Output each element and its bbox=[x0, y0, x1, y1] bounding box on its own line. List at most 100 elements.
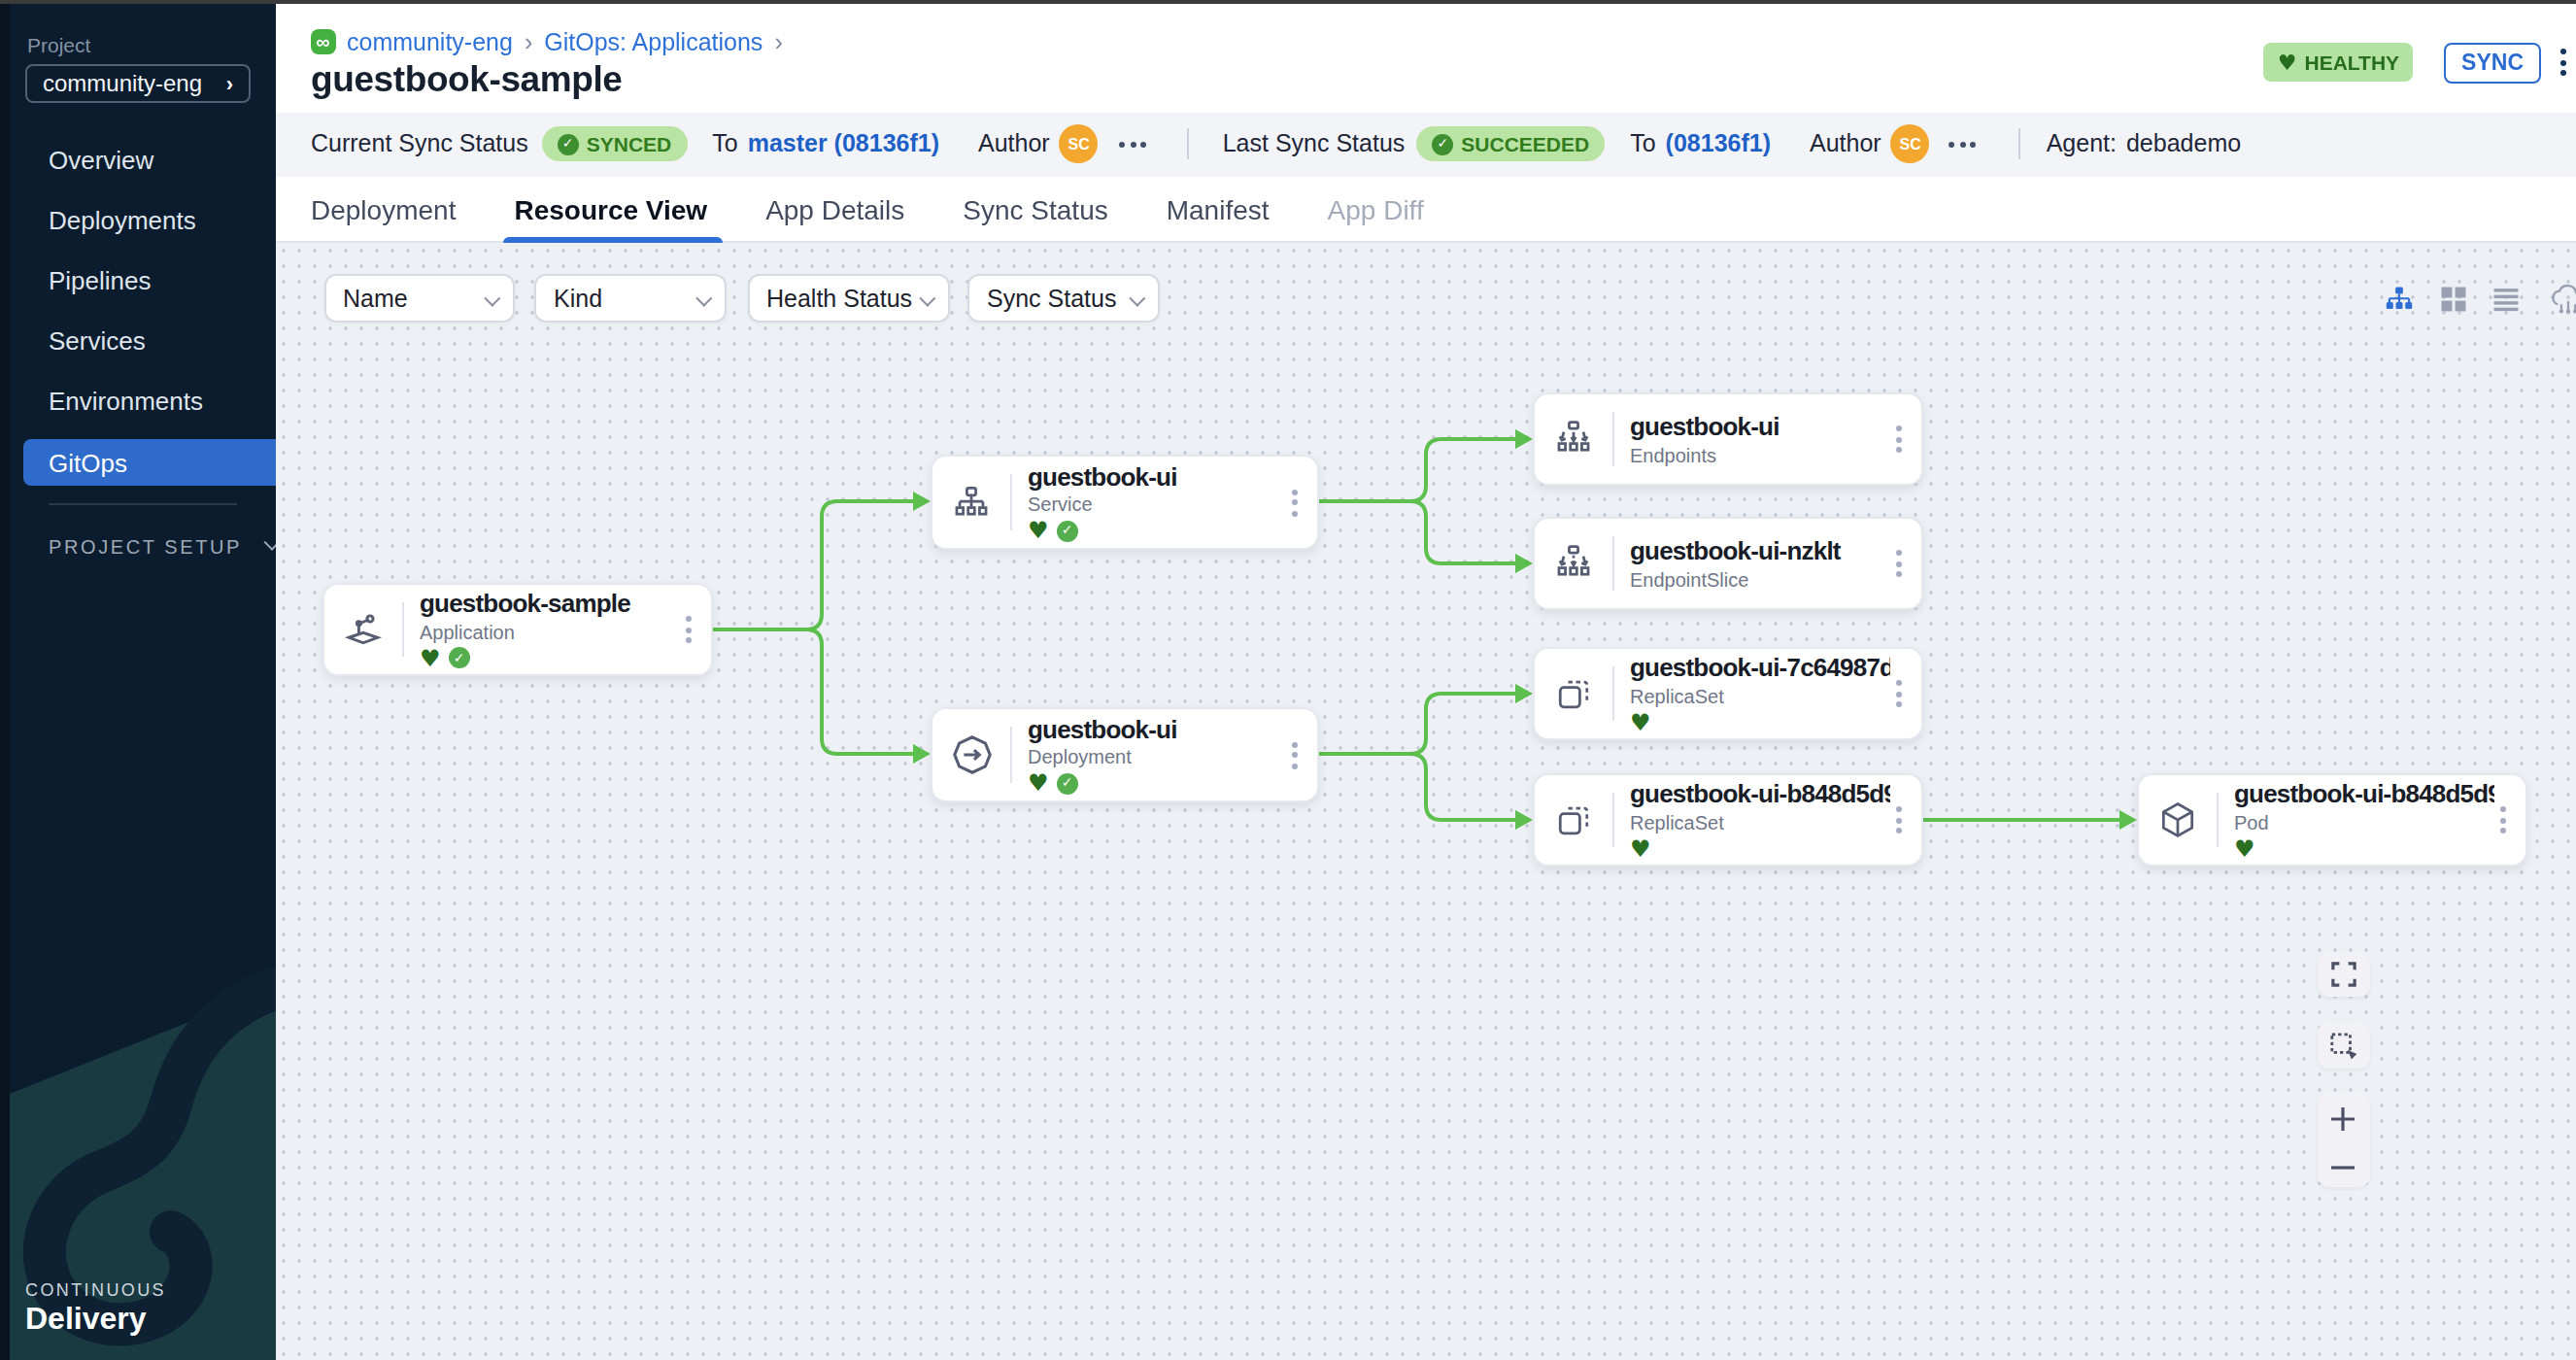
node-title: guestbook-ui-b848d5d9... bbox=[2234, 780, 2494, 809]
brand-delivery: Delivery bbox=[25, 1302, 166, 1337]
node-menu-button[interactable] bbox=[2496, 802, 2510, 837]
resource-graph-canvas[interactable]: Name Kind Health Status Sync Status bbox=[276, 243, 2576, 1360]
endpointslice-icon bbox=[1535, 542, 1612, 585]
healthy-icon: ♥ bbox=[1630, 713, 1651, 732]
sidebar-item-overview[interactable]: Overview bbox=[0, 130, 276, 190]
node-application[interactable]: guestbook-sample Application ♥✓ bbox=[322, 583, 713, 676]
synced-badge: ✓ SYNCED bbox=[542, 127, 688, 162]
node-kind: Service bbox=[1028, 494, 1286, 516]
author-label: Author bbox=[1810, 131, 1881, 158]
node-kind: ReplicaSet bbox=[1630, 812, 1890, 833]
pod-icon bbox=[2139, 799, 2217, 841]
node-endpoints[interactable]: guestbook-ui Endpoints bbox=[1533, 392, 1923, 486]
node-menu-button[interactable] bbox=[1892, 546, 1906, 581]
node-menu-button[interactable] bbox=[1892, 422, 1906, 457]
node-menu-button[interactable] bbox=[1892, 802, 1906, 837]
project-setup-toggle[interactable]: PROJECT SETUP bbox=[49, 536, 276, 558]
synced-icon: ✓ bbox=[1057, 773, 1078, 795]
replicaset-icon bbox=[1535, 672, 1612, 715]
tabs-bar: Deployment Resource View App Details Syn… bbox=[276, 177, 2576, 243]
author-label: Author bbox=[978, 131, 1050, 158]
tab-app-details[interactable]: App Details bbox=[765, 177, 904, 243]
node-menu-button[interactable] bbox=[1892, 676, 1906, 711]
chevron-right-icon: › bbox=[226, 72, 233, 95]
brand: CONTINUOUS Delivery bbox=[25, 1280, 166, 1337]
app-root: Project community-eng › Overview Deploym… bbox=[0, 0, 2576, 1360]
replicaset-icon bbox=[1535, 799, 1612, 841]
last-sync-label: Last Sync Status bbox=[1223, 131, 1406, 158]
last-target-link[interactable]: (08136f1) bbox=[1666, 131, 1771, 158]
zoom-controls bbox=[2317, 1091, 2369, 1187]
author-avatar[interactable]: SC bbox=[1060, 125, 1099, 164]
node-endpointslice[interactable]: guestbook-ui-nzklt EndpointSlice bbox=[1533, 517, 1923, 610]
tab-resource-view[interactable]: Resource View bbox=[514, 177, 707, 243]
status-bar: Current Sync Status ✓ SYNCED To master (… bbox=[276, 112, 2576, 177]
sidebar-item-services[interactable]: Services bbox=[0, 311, 276, 371]
synced-icon: ✓ bbox=[449, 648, 470, 669]
node-title: guestbook-ui bbox=[1630, 413, 1890, 442]
header-menu-button[interactable] bbox=[2557, 45, 2570, 80]
project-label: Project bbox=[27, 33, 90, 56]
node-replicaset-2[interactable]: guestbook-ui-b848d5d9d ReplicaSet ♥ bbox=[1533, 773, 1923, 867]
tab-app-diff[interactable]: App Diff bbox=[1328, 177, 1424, 243]
node-menu-button[interactable] bbox=[682, 612, 695, 647]
synced-icon: ✓ bbox=[1057, 521, 1078, 542]
tab-manifest[interactable]: Manifest bbox=[1167, 177, 1270, 243]
project-selector[interactable]: community-eng › bbox=[25, 64, 251, 103]
current-target-link[interactable]: master (08136f1) bbox=[748, 131, 939, 158]
zoom-out-button[interactable] bbox=[2329, 1161, 2356, 1173]
breadcrumb-project[interactable]: community-eng bbox=[347, 28, 513, 55]
sidebar-item-gitops[interactable]: GitOps bbox=[23, 439, 276, 486]
check-icon: ✓ bbox=[558, 134, 579, 155]
healthy-icon: ♥ bbox=[1028, 522, 1049, 541]
node-menu-button[interactable] bbox=[1288, 485, 1302, 520]
status-divider bbox=[1188, 129, 1190, 160]
node-kind: EndpointSlice bbox=[1630, 569, 1890, 591]
breadcrumb-applications[interactable]: GitOps: Applications bbox=[544, 28, 763, 55]
sidebar: Project community-eng › Overview Deploym… bbox=[0, 4, 276, 1360]
chevron-down-icon bbox=[263, 533, 276, 550]
fullscreen-button[interactable] bbox=[2317, 952, 2369, 997]
sync-button[interactable]: SYNC bbox=[2444, 42, 2541, 83]
node-pod[interactable]: guestbook-ui-b848d5d9... Pod ♥ bbox=[2137, 773, 2527, 867]
node-kind: Pod bbox=[2234, 812, 2494, 833]
author-avatar[interactable]: SC bbox=[1891, 125, 1930, 164]
commit-menu-button[interactable] bbox=[1946, 138, 1981, 152]
node-deployment[interactable]: guestbook-ui Deployment ♥✓ bbox=[931, 707, 1319, 802]
node-title: guestbook-ui bbox=[1028, 715, 1286, 744]
endpoints-icon bbox=[1535, 418, 1612, 460]
page-header: ∞ community-eng › GitOps: Applications ›… bbox=[276, 4, 2576, 112]
node-kind: Application bbox=[420, 622, 680, 643]
sidebar-item-deployments[interactable]: Deployments bbox=[0, 190, 276, 251]
healthy-icon: ♥ bbox=[2234, 839, 2255, 859]
agent-label: Agent: bbox=[2047, 131, 2117, 158]
commit-menu-button[interactable] bbox=[1116, 138, 1151, 152]
node-title: guestbook-ui-b848d5d9d bbox=[1630, 780, 1890, 809]
tab-deployment[interactable]: Deployment bbox=[311, 177, 456, 243]
node-kind: Endpoints bbox=[1630, 445, 1890, 466]
to-label: To bbox=[1630, 131, 1655, 158]
node-replicaset-1[interactable]: guestbook-ui-7c64987dc9 ReplicaSet ♥ bbox=[1533, 647, 1923, 740]
sidebar-item-pipelines[interactable]: Pipelines bbox=[0, 251, 276, 311]
node-kind: ReplicaSet bbox=[1630, 686, 1890, 707]
window-left-edge bbox=[0, 4, 10, 1360]
check-icon: ✓ bbox=[1432, 134, 1453, 155]
status-divider bbox=[2019, 129, 2021, 160]
selection-button[interactable] bbox=[2317, 1022, 2369, 1069]
sidebar-nav: Overview Deployments Pipelines Services … bbox=[0, 130, 276, 492]
healthy-icon: ♥ bbox=[1630, 839, 1651, 859]
sidebar-item-environments[interactable]: Environments bbox=[0, 371, 276, 431]
service-icon bbox=[932, 481, 1010, 524]
zoom-in-button[interactable] bbox=[2329, 1105, 2356, 1133]
tab-sync-status[interactable]: Sync Status bbox=[963, 177, 1107, 243]
heart-icon: ♥ bbox=[2278, 50, 2297, 75]
application-icon bbox=[324, 608, 402, 651]
health-badge: ♥ HEALTHY bbox=[2264, 43, 2413, 82]
node-service[interactable]: guestbook-ui Service ♥✓ bbox=[931, 455, 1319, 550]
node-menu-button[interactable] bbox=[1288, 737, 1302, 772]
current-sync-label: Current Sync Status bbox=[311, 131, 528, 158]
sidebar-divider bbox=[49, 503, 237, 505]
node-title: guestbook-sample bbox=[420, 590, 680, 619]
to-label: To bbox=[712, 131, 737, 158]
node-title: guestbook-ui-nzklt bbox=[1630, 537, 1890, 566]
